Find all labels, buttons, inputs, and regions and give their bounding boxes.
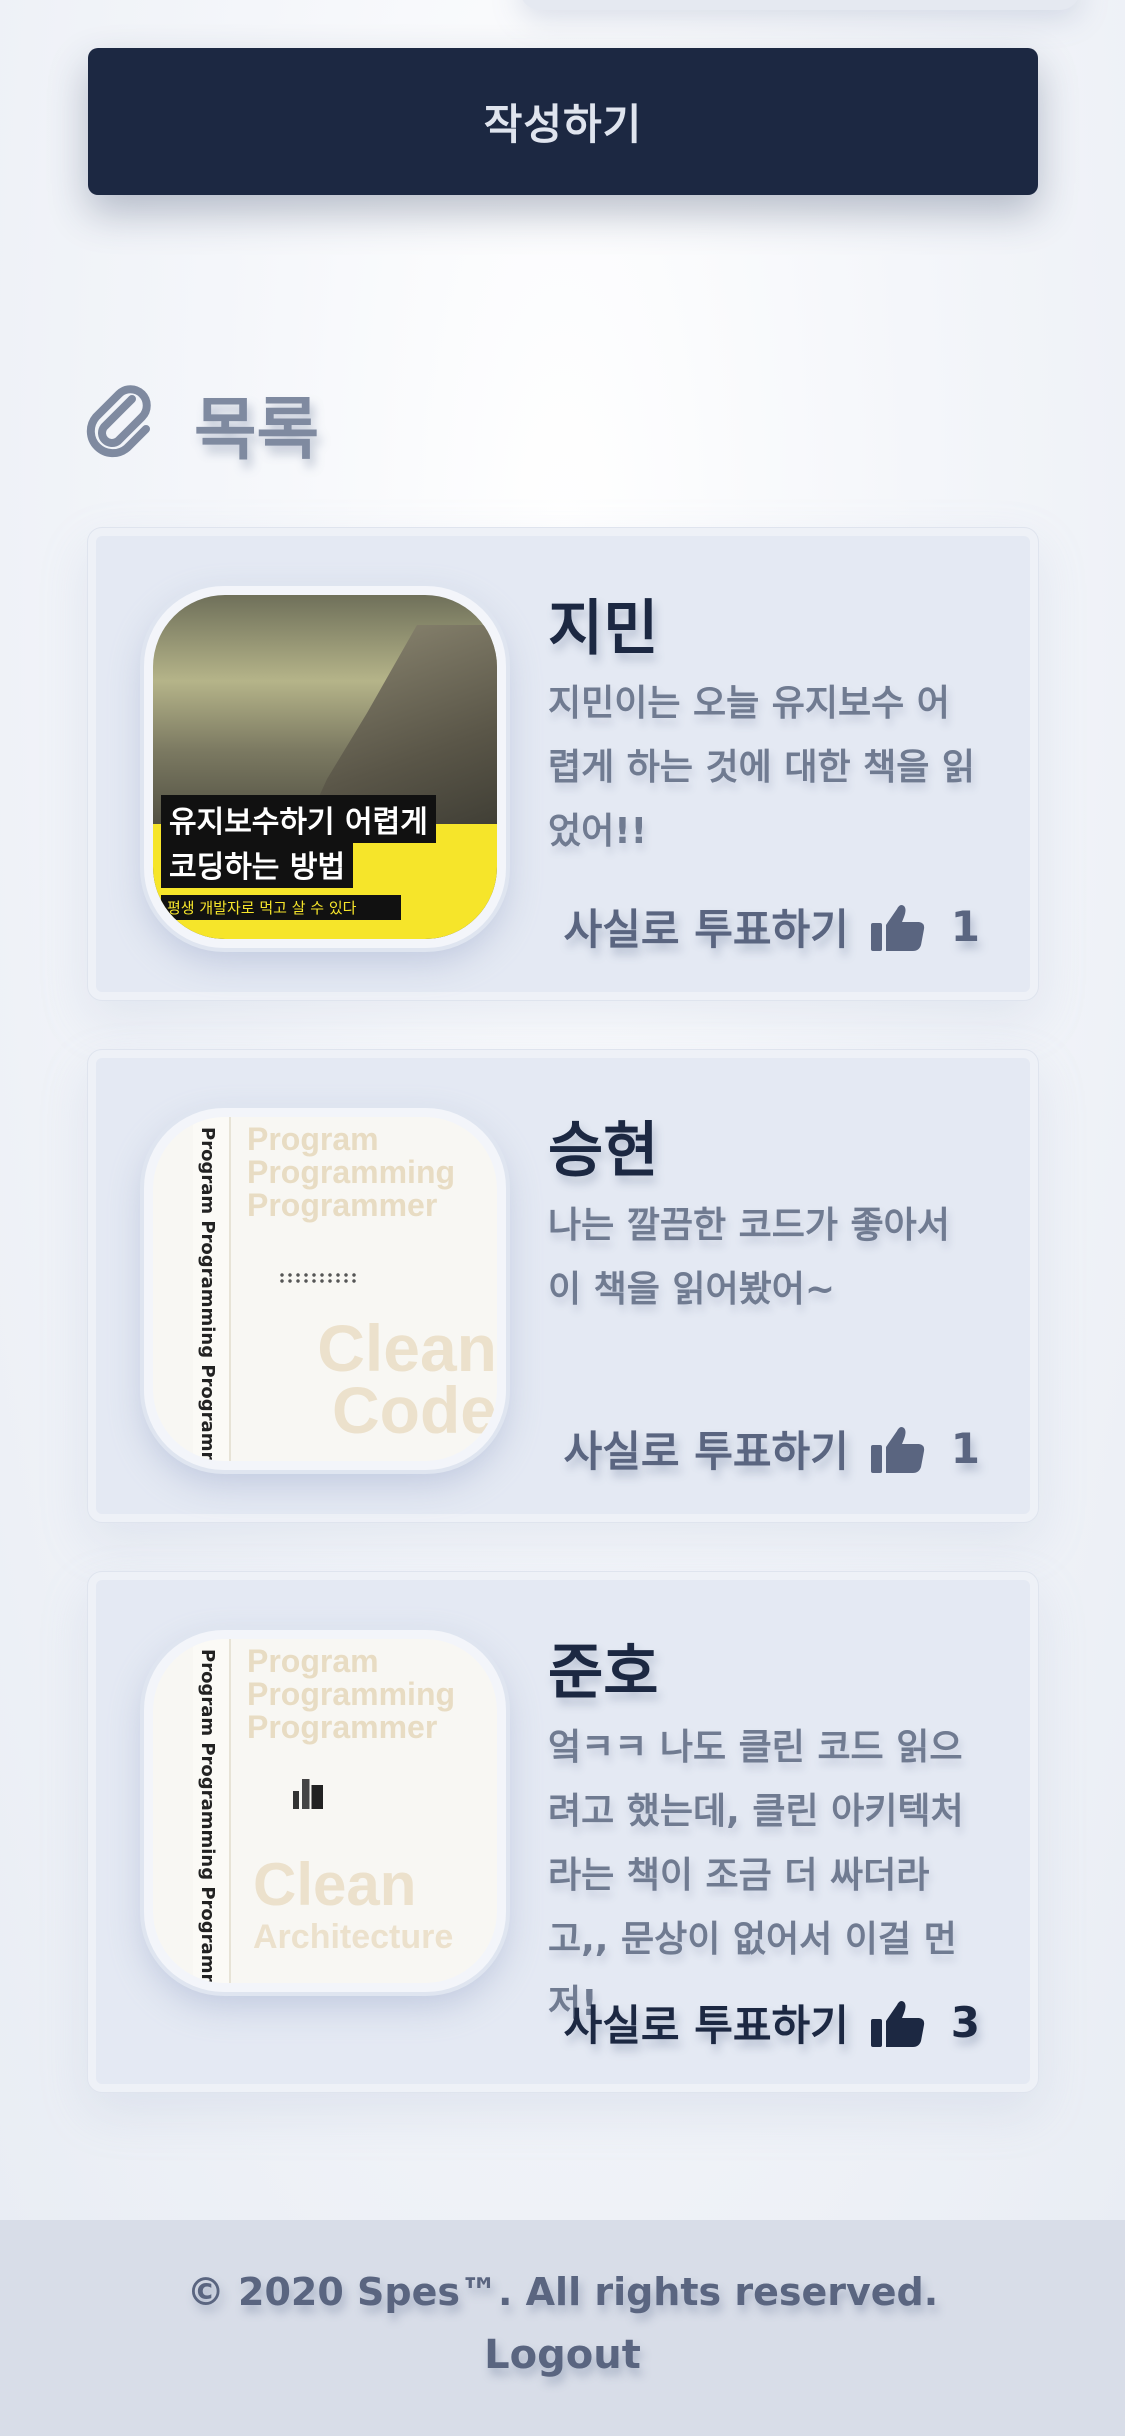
vote-row: 사실로 투표하기 1: [564, 1418, 980, 1479]
cover-series: Program Programming Programmer: [247, 1121, 456, 1223]
post-author: 지민: [548, 594, 659, 664]
thumbs-up-icon[interactable]: [869, 901, 927, 953]
post-description: 지민이는 오늘 유지보수 어렵게 하는 것에 대한 책을 읽었어!!: [548, 683, 975, 852]
write-button[interactable]: 작성하기: [88, 48, 1038, 195]
vote-count: 1: [950, 1424, 980, 1473]
post-list: 유지보수하기 어렵게 코딩하는 방법 평생 개발자로 먹고 살 수 있다 지민 …: [88, 528, 1038, 2142]
cover-spine-text: Program Programming Programmer 07 Clean …: [197, 1127, 218, 1461]
logout-link[interactable]: Logout: [484, 2332, 641, 2378]
post-description: 엌ㅋㅋ 나도 클린 코드 읽으려고 했는데, 클린 아키텍처라는 책이 조금 더…: [548, 1727, 964, 2024]
vote-row: 사실로 투표하기 3: [564, 1992, 980, 2053]
cover-title-line2: 코딩하는 방법: [161, 840, 354, 888]
vote-count: 3: [950, 1998, 980, 2047]
cover-series: Program Programming Programmer: [247, 1643, 456, 1745]
section-title: 목록: [194, 390, 320, 470]
vote-button[interactable]: 사실로 투표하기: [564, 1418, 849, 1479]
previous-card-edge: [520, 0, 1080, 10]
post-description: 나는 깔끔한 코드가 좋아서 이 책을 읽어봤어~: [548, 1205, 950, 1310]
copyright-text: © 2020 Spes™. All rights reserved.: [186, 2270, 939, 2314]
book-thumbnail: Program Programming Programmer 07 Clean …: [144, 1108, 506, 1470]
vote-button[interactable]: 사실로 투표하기: [564, 1992, 849, 2053]
book-thumbnail: 유지보수하기 어렵게 코딩하는 방법 평생 개발자로 먹고 살 수 있다: [144, 586, 506, 948]
book-cover-image: 유지보수하기 어렵게 코딩하는 방법 평생 개발자로 먹고 살 수 있다: [153, 595, 497, 939]
cover-title: Clean Architecture: [253, 1851, 454, 1957]
thumbs-up-icon[interactable]: [869, 1997, 927, 2049]
post-card: Program Programming Programmer 07 Clean …: [88, 1050, 1038, 1522]
cover-title: Clean Code: [317, 1311, 497, 1447]
thumbs-up-icon[interactable]: [869, 1423, 927, 1475]
vote-count: 1: [950, 902, 980, 951]
post-author: 준호: [548, 1638, 659, 1708]
post-author: 승현: [548, 1116, 659, 1186]
footer: © 2020 Spes™. All rights reserved. Logou…: [0, 2220, 1125, 2436]
section-header: 목록: [86, 378, 319, 470]
cover-subtitle: 평생 개발자로 먹고 살 수 있다: [161, 895, 401, 920]
vote-row: 사실로 투표하기 1: [564, 896, 980, 957]
cover-spine-text: Program Programming Programmer 11 Clean …: [197, 1649, 218, 1983]
paperclip-icon: [86, 385, 151, 458]
cover-title-line1: 유지보수하기 어렵게: [161, 795, 436, 843]
post-card: 유지보수하기 어렵게 코딩하는 방법 평생 개발자로 먹고 살 수 있다 지민 …: [88, 528, 1038, 1000]
post-card: Program Programming Programmer 11 Clean …: [88, 1572, 1038, 2092]
book-cover-image: Program Programming Programmer 11 Clean …: [153, 1639, 497, 1983]
book-cover-image: Program Programming Programmer 07 Clean …: [153, 1117, 497, 1461]
book-thumbnail: Program Programming Programmer 11 Clean …: [144, 1630, 506, 1992]
vote-button[interactable]: 사실로 투표하기: [564, 896, 849, 957]
